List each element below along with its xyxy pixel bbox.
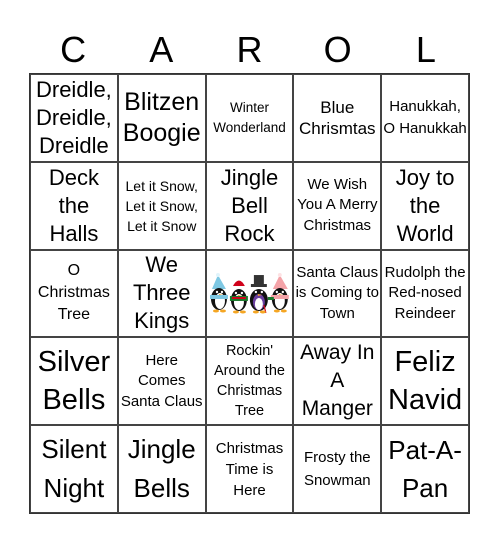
header-letter-c: C [60, 29, 87, 70]
bingo-cell[interactable]: Jingle Bells [117, 425, 206, 513]
bingo-cell[interactable]: Silent Night [30, 425, 118, 513]
bingo-cell[interactable]: O Christmas Tree [30, 249, 118, 338]
bingo-cell[interactable]: Hanukkah, O Hanukkah [381, 74, 469, 162]
cell-label: Winter Wonderland [213, 100, 286, 135]
bingo-cell[interactable]: Christmas Time is Here [205, 425, 294, 513]
bingo-cell[interactable]: Feliz Navid [381, 337, 469, 426]
bingo-cell[interactable]: We Wish You A Merry Christmas [293, 161, 382, 250]
bingo-cell[interactable]: Let it Snow, Let it Snow, Let it Snow [117, 161, 206, 250]
bingo-cell[interactable]: Jingle Bell Rock [205, 161, 294, 250]
cell-label: We Wish You A Merry Christmas [297, 175, 378, 234]
penguin-icon [229, 281, 248, 314]
cell-label: Rudolph the Red-nosed Reindeer [384, 263, 466, 322]
bingo-cell[interactable]: Deck the Halls [30, 161, 118, 250]
header-letter-l: L [415, 29, 436, 70]
cell-label: We Three Kings [132, 252, 191, 334]
cell-label: Rockin' Around the Christmas Tree [214, 343, 285, 420]
bingo-cell[interactable]: Winter Wonderland [205, 74, 294, 162]
header-letter-r: R [236, 29, 263, 70]
bingo-cell[interactable]: Pat-A-Pan [381, 425, 469, 513]
cell-label: Blitzen Boogie [122, 87, 201, 147]
penguin-icon [209, 273, 228, 313]
bingo-cell[interactable]: Frosty the Snowman [293, 425, 382, 513]
cell-label: Silent Night [41, 434, 107, 504]
bingo-cell[interactable]: Blue Chrismtas [293, 74, 382, 162]
cell-label: O Christmas Tree [37, 262, 110, 324]
bingo-cell[interactable]: Rudolph the Red-nosed Reindeer [381, 249, 469, 338]
cell-label: Let it Snow, Let it Snow, Let it Snow [125, 177, 198, 234]
bingo-cell[interactable]: Joy to the World [381, 161, 469, 250]
cell-label: Frosty the Snowman [303, 449, 371, 490]
bingo-header: C A R O L [29, 28, 470, 72]
cell-label: Feliz Navid [388, 346, 463, 417]
bingo-cell[interactable]: Blitzen Boogie [117, 74, 206, 162]
free-space-cell[interactable] [205, 249, 294, 338]
bingo-cell[interactable]: Dreidle, Dreidle, Dreidle [30, 74, 118, 162]
penguin-icon [249, 275, 268, 314]
penguins-caroling-icon [209, 273, 289, 314]
bingo-cell[interactable]: We Three Kings [117, 249, 206, 338]
cell-label: Jingle Bell Rock [220, 164, 279, 246]
bingo-cell[interactable]: Santa Claus is Coming to Town [293, 249, 382, 338]
bingo-cell[interactable]: Away In A Manger [293, 337, 382, 426]
header-letter-o: O [323, 29, 352, 70]
cell-label: Away In A Manger [300, 341, 375, 421]
cell-label: Santa Claus is Coming to Town [295, 263, 379, 322]
penguin-icon [267, 273, 289, 313]
cell-label: Jingle Bells [127, 434, 196, 504]
header-letter-a: A [149, 29, 174, 70]
cell-label: Joy to the World [395, 164, 455, 246]
bingo-cell[interactable]: Rockin' Around the Christmas Tree [205, 337, 294, 426]
bingo-cell[interactable]: Silver Bells [30, 337, 118, 426]
bingo-grid: Dreidle, Dreidle, Dreidle Blitzen Boogie… [29, 73, 470, 514]
cell-label: Deck the Halls [48, 164, 99, 246]
cell-label: Dreidle, Dreidle, Dreidle [35, 76, 112, 158]
cell-label: Christmas Time is Here [215, 439, 284, 499]
cell-label: Hanukkah, O Hanukkah [383, 97, 467, 137]
bingo-cell[interactable]: Here Comes Santa Claus [117, 337, 206, 426]
cell-label: Blue Chrismtas [299, 97, 376, 138]
cell-label: Here Comes Santa Claus [120, 351, 203, 410]
cell-label: Pat-A-Pan [388, 435, 462, 504]
cell-label: Silver Bells [37, 346, 111, 417]
